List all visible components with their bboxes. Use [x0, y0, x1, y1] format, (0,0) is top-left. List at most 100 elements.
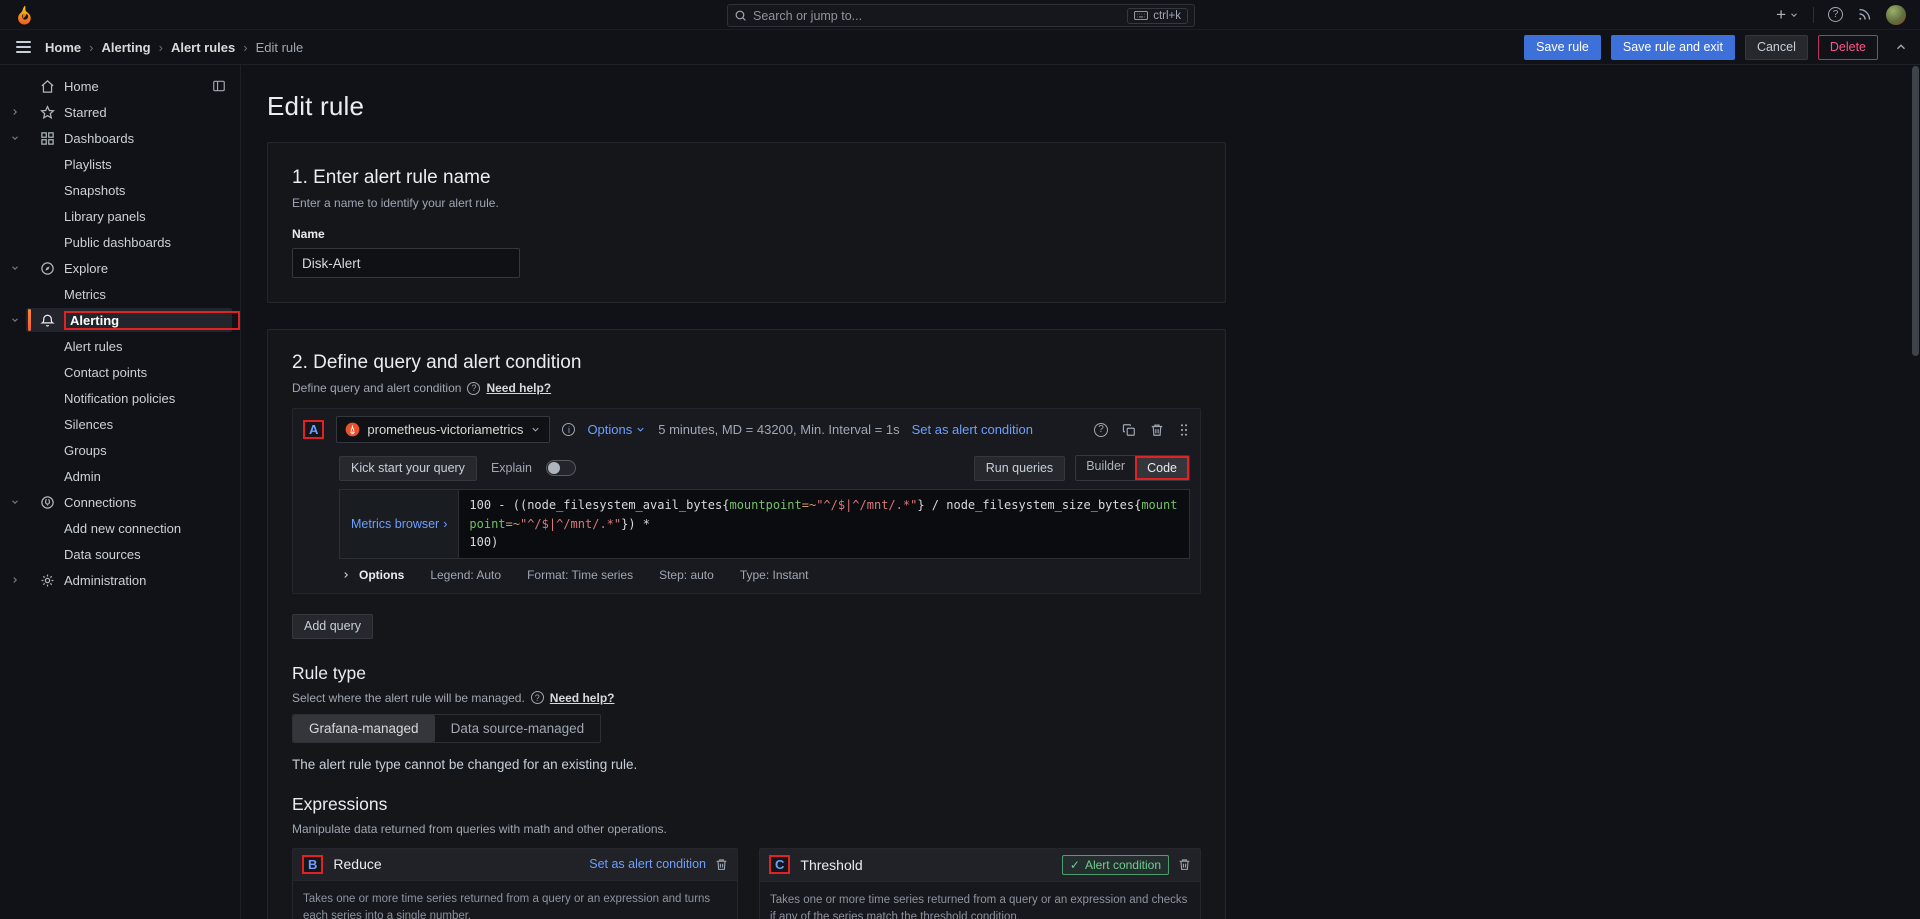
global-search[interactable]: ctrl+k [727, 4, 1195, 27]
save-rule-exit-button[interactable]: Save rule and exit [1611, 35, 1735, 60]
save-rule-button[interactable]: Save rule [1524, 35, 1601, 60]
sidebar-item-starred[interactable]: Starred [0, 99, 240, 125]
format-option: Format: Time series [527, 568, 633, 582]
sidebar-item-contact-points[interactable]: Contact points [0, 359, 240, 385]
step1-description: Enter a name to identify your alert rule… [292, 196, 1201, 210]
chevron-down-icon[interactable] [0, 263, 30, 273]
chevron-down-icon[interactable] [0, 315, 30, 325]
topbar-right-icons: + ? [1776, 5, 1906, 25]
promql-code-editor[interactable]: 100 - ((node_filesystem_avail_bytes{moun… [458, 489, 1190, 559]
builder-tab[interactable]: Builder [1076, 456, 1135, 480]
grafana-app: ctrl+k + ? Home › [0, 0, 1920, 919]
star-icon [30, 105, 64, 120]
sidebar-item-public-dashboards[interactable]: Public dashboards [0, 229, 240, 255]
sidebar-item-groups[interactable]: Groups [0, 437, 240, 463]
sidebar-item-library-panels[interactable]: Library panels [0, 203, 240, 229]
query-help-icon[interactable]: ? [1094, 423, 1108, 437]
sidebar-item-data-sources[interactable]: Data sources [0, 541, 240, 567]
menu-toggle-button[interactable] [12, 37, 35, 57]
drag-handle-icon[interactable] [1178, 422, 1190, 438]
question-circle-icon: ? [531, 691, 544, 704]
sidebar-item-metrics[interactable]: Metrics [0, 281, 240, 307]
trash-icon[interactable] [1178, 858, 1191, 871]
query-refid-a[interactable]: A [303, 420, 324, 439]
page-title: Edit rule [267, 91, 1920, 122]
threshold-description: Takes one or more time series returned f… [770, 892, 1190, 919]
query-options-toggle[interactable]: Options [587, 422, 646, 437]
query-header: A prometheus-victoriametrics [293, 409, 1200, 450]
page-toolbar: Home › Alerting › Alert rules › Edit rul… [0, 30, 1920, 65]
grafana-logo-icon [14, 4, 36, 26]
help-button[interactable]: ? [1828, 7, 1843, 22]
breadcrumb-home[interactable]: Home [45, 40, 81, 55]
reduce-set-alert-condition-link[interactable]: Set as alert condition [589, 857, 706, 871]
breadcrumb: Home › Alerting › Alert rules › Edit rul… [45, 40, 303, 55]
options-expander[interactable]: Options [341, 568, 404, 582]
kick-start-query-button[interactable]: Kick start your query [339, 456, 477, 481]
name-field-label: Name [292, 227, 1201, 241]
window-scrollbar[interactable] [1912, 66, 1919, 913]
chevron-right-icon[interactable] [0, 575, 30, 585]
sidebar-item-home[interactable]: Home [0, 73, 240, 99]
sidebar-item-alerting[interactable]: Alerting [0, 307, 240, 333]
threshold-card-title: Threshold [800, 857, 862, 873]
scrollbar-thumb[interactable] [1912, 66, 1919, 356]
trash-icon[interactable] [1150, 423, 1164, 437]
rule-type-need-help-link[interactable]: Need help? [550, 691, 615, 705]
duplicate-icon[interactable] [1122, 423, 1136, 437]
sidebar-item-connections[interactable]: Connections [0, 489, 240, 515]
sidebar-item-alert-rules[interactable]: Alert rules [0, 333, 240, 359]
rule-type-note: The alert rule type cannot be changed fo… [292, 757, 1201, 772]
trash-icon[interactable] [715, 858, 728, 871]
metrics-browser-button[interactable]: Metrics browser › [339, 489, 458, 559]
chevron-right-small-icon: › [443, 517, 447, 531]
reduce-description: Takes one or more time series returned f… [303, 891, 727, 919]
sidebar-item-admin[interactable]: Admin [0, 463, 240, 489]
expression-refid-c[interactable]: C [769, 855, 790, 874]
chevron-right-icon[interactable] [0, 107, 30, 117]
chevron-down-icon [1789, 10, 1799, 20]
new-menu-button[interactable]: + [1776, 6, 1799, 23]
question-circle-icon: ? [1828, 7, 1843, 22]
sidebar-item-explore[interactable]: Explore [0, 255, 240, 281]
cancel-button[interactable]: Cancel [1745, 35, 1808, 60]
step1-panel: 1. Enter alert rule name Enter a name to… [267, 142, 1226, 303]
sidebar-item-silences[interactable]: Silences [0, 411, 240, 437]
breadcrumb-alert-rules[interactable]: Alert rules [171, 40, 235, 55]
sidebar-item-dashboards[interactable]: Dashboards [0, 125, 240, 151]
plus-icon: + [1776, 6, 1786, 23]
chevron-right-icon [341, 570, 351, 580]
explain-toggle[interactable] [546, 460, 576, 476]
user-avatar[interactable] [1886, 5, 1906, 25]
sidebar-item-add-new-connection[interactable]: Add new connection [0, 515, 240, 541]
add-query-button[interactable]: Add query [292, 614, 373, 639]
sidebar-item-notification-policies[interactable]: Notification policies [0, 385, 240, 411]
dock-sidebar-icon[interactable] [212, 79, 226, 93]
collapse-toolbar-button[interactable] [1894, 40, 1908, 54]
sidebar-item-snapshots[interactable]: Snapshots [0, 177, 240, 203]
breadcrumb-separator: › [89, 40, 93, 55]
rule-name-input[interactable] [292, 248, 520, 278]
alert-condition-badge: ✓ Alert condition [1062, 855, 1169, 875]
sidebar-item-playlists[interactable]: Playlists [0, 151, 240, 177]
expression-refid-b[interactable]: B [302, 855, 323, 874]
top-nav-bar: ctrl+k + ? [0, 0, 1920, 30]
chevron-down-icon[interactable] [0, 497, 30, 507]
delete-button[interactable]: Delete [1818, 35, 1878, 60]
grafana-managed-option[interactable]: Grafana-managed [293, 715, 435, 742]
set-alert-condition-link[interactable]: Set as alert condition [912, 422, 1033, 437]
query-editor: Kick start your query Explain Run querie… [339, 450, 1190, 593]
prometheus-icon [345, 422, 360, 437]
data-source-managed-option[interactable]: Data source-managed [435, 715, 601, 742]
search-input[interactable] [753, 9, 1121, 23]
step2-description: Define query and alert condition [292, 381, 461, 395]
datasource-picker[interactable]: prometheus-victoriametrics [336, 416, 550, 443]
run-queries-button[interactable]: Run queries [974, 456, 1065, 481]
breadcrumb-alerting[interactable]: Alerting [101, 40, 150, 55]
news-button[interactable] [1857, 7, 1872, 22]
chevron-down-icon[interactable] [0, 133, 30, 143]
grafana-logo[interactable] [14, 4, 36, 26]
sidebar-item-administration[interactable]: Administration [0, 567, 240, 593]
need-help-link[interactable]: Need help? [486, 381, 551, 395]
code-tab[interactable]: Code [1135, 456, 1189, 480]
